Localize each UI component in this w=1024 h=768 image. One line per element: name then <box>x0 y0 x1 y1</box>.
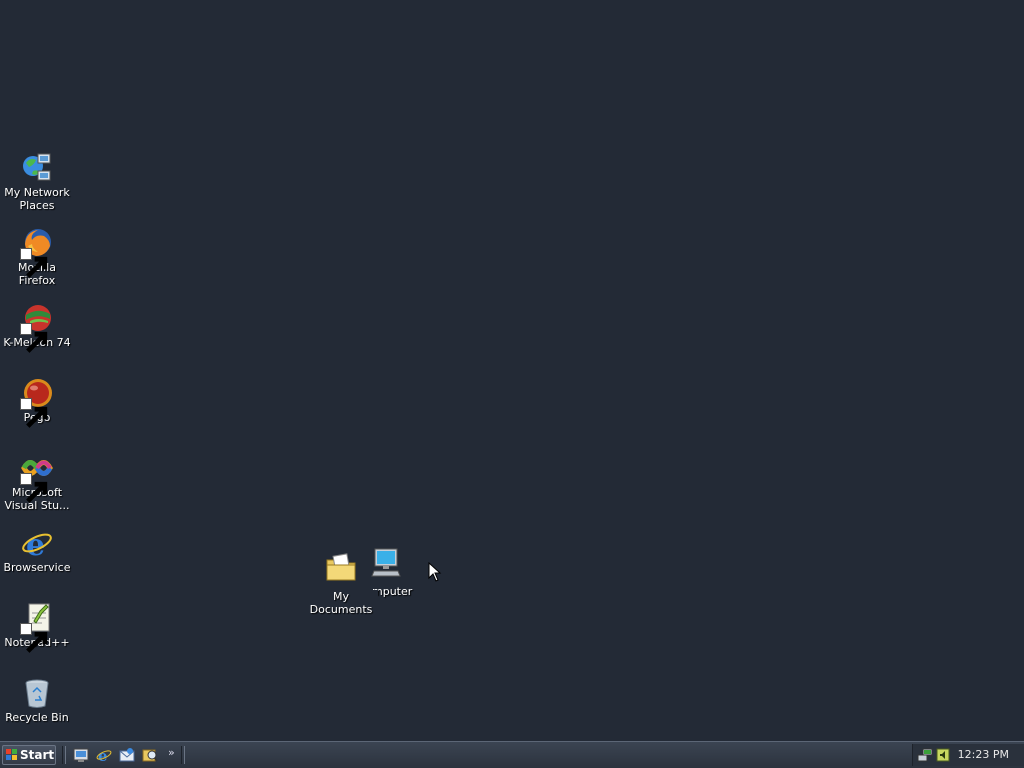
my-documents-icon <box>324 550 358 584</box>
desktop-icon-label: My Network Places <box>4 186 70 212</box>
k-meleon-icon <box>20 301 54 353</box>
desktop-icon-recycle-bin[interactable]: Recycle Bin <box>0 676 74 724</box>
notepad-plus-plus-icon <box>20 601 54 653</box>
desktop-icon-firefox[interactable]: Mozilla Firefox <box>0 226 74 287</box>
show-desktop-icon[interactable] <box>73 747 89 763</box>
internet-explorer-icon: e <box>20 526 54 560</box>
desktop-icon-network-places[interactable]: My Network Places <box>0 151 74 212</box>
svg-text:e: e <box>98 747 108 763</box>
shortcut-arrow-icon <box>20 398 48 428</box>
pego-icon <box>20 376 54 428</box>
desktop-icon-label: Recycle Bin <box>5 711 69 724</box>
mouse-cursor-icon <box>428 561 442 582</box>
visual-studio-icon <box>20 451 54 503</box>
desktop[interactable]: My Network Places Mozilla Firefox K-Mele… <box>0 0 1024 741</box>
search-icon[interactable] <box>142 747 158 763</box>
taskbar-separator <box>181 746 185 764</box>
start-button[interactable]: Start <box>2 745 56 765</box>
desktop-icon-pego[interactable]: Pego <box>0 376 74 428</box>
recycle-bin-icon <box>20 676 54 710</box>
desktop-icon-visual-studio[interactable]: Microsoft Visual Stu... <box>0 451 74 512</box>
taskbar: Start e » 12:23 PM <box>0 741 1024 768</box>
start-label: Start <box>20 748 55 762</box>
firefox-icon <box>20 226 54 278</box>
system-tray: 12:23 PM <box>912 744 1024 766</box>
desktop-icon-my-documents[interactable]: My Documents <box>304 550 378 616</box>
desktop-icon-label: Browservice <box>3 561 71 574</box>
shortcut-arrow-icon <box>20 473 48 503</box>
desktop-icon-k-meleon[interactable]: K-Meleon 74 <box>0 301 74 353</box>
network-tray-icon[interactable] <box>917 747 933 763</box>
volume-tray-icon[interactable] <box>935 747 951 763</box>
desktop-icon-label: mputer <box>372 585 413 598</box>
shortcut-arrow-icon <box>20 248 48 278</box>
quick-launch-overflow-icon[interactable]: » <box>168 746 175 759</box>
svg-text:e: e <box>26 528 45 560</box>
outlook-express-icon[interactable] <box>119 747 135 763</box>
desktop-icon-label: My Documents <box>304 590 378 616</box>
network-places-icon <box>20 151 54 185</box>
desktop-icon-browservice[interactable]: e Browservice <box>0 526 74 574</box>
clock[interactable]: 12:23 PM <box>958 748 1009 761</box>
internet-explorer-icon[interactable]: e <box>96 747 112 763</box>
shortcut-arrow-icon <box>20 623 48 653</box>
desktop-icon-notepad-plus-plus[interactable]: Notepad++ <box>0 601 74 653</box>
windows-logo-icon <box>6 749 18 761</box>
shortcut-arrow-icon <box>20 323 48 353</box>
taskbar-separator <box>62 746 66 764</box>
